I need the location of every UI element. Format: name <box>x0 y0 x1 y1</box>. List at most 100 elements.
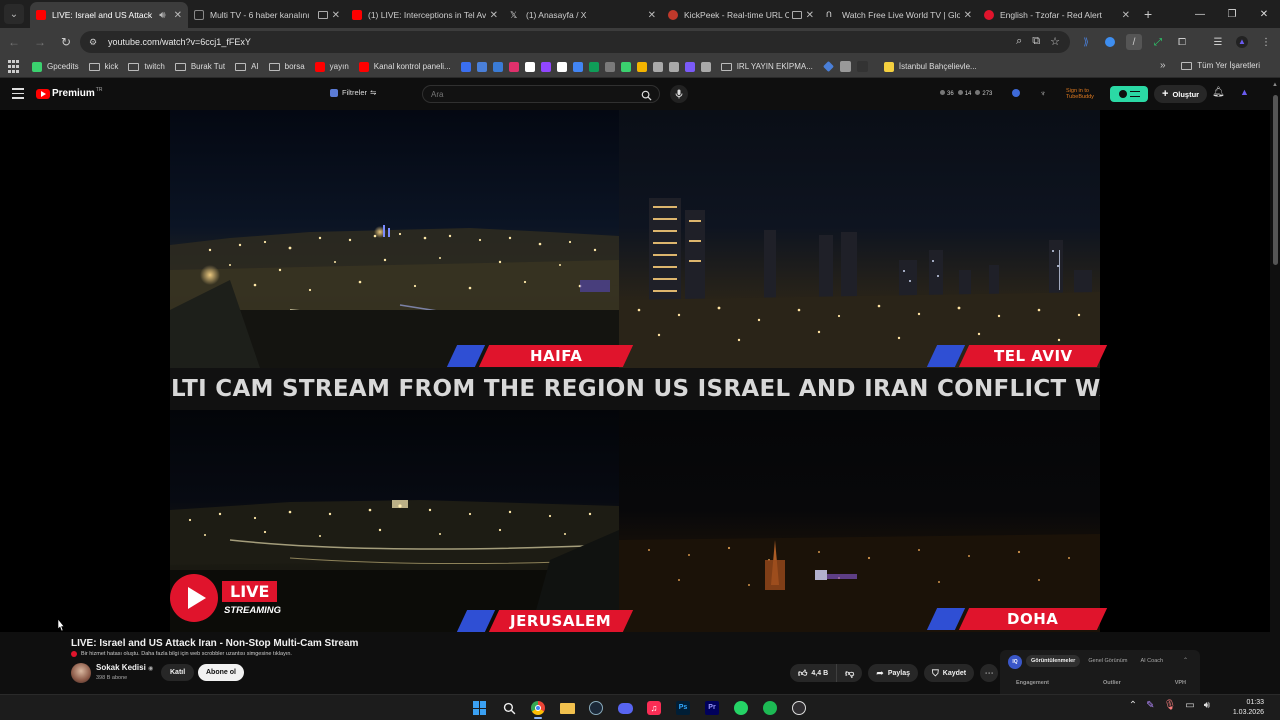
tray-overflow-icon[interactable]: ⌃ <box>1129 700 1137 711</box>
like-button[interactable]: 👍︎ 4,4 B <box>790 664 838 682</box>
subscribe-button[interactable]: Abone ol <box>198 664 244 681</box>
collapse-caret-icon[interactable]: ⌃ <box>1183 657 1188 664</box>
bookmark-gpcedits[interactable]: Gpcedits <box>32 61 79 72</box>
close-window-icon[interactable]: ✕ <box>1248 0 1280 28</box>
video-player[interactable]: ULTI CAM STREAM FROM THE REGION US ISRAE… <box>0 110 1270 632</box>
bookmark-favicon-icon-9[interactable] <box>588 61 599 72</box>
bookmark-favicon-icon-1[interactable] <box>460 61 471 72</box>
restore-icon[interactable]: ❐ <box>1216 0 1248 28</box>
bookmark-folder-burak-tut[interactable]: Burak Tut <box>174 62 225 71</box>
profile-avatar-icon[interactable]: ▲ <box>1234 34 1250 50</box>
bookmark-folder-irl[interactable]: IRL YAYIN EKİPMA... <box>720 62 813 71</box>
search-icon[interactable] <box>639 88 653 102</box>
notifications-bell-icon[interactable]: 🔔︎ <box>1212 87 1225 98</box>
apps-grid-icon[interactable] <box>8 59 22 74</box>
vidiq-tab-overview[interactable]: Genel Görünüm <box>1083 655 1132 667</box>
extensions-puzzle-icon[interactable]: ⧠ <box>1174 34 1190 50</box>
whatsapp-icon[interactable] <box>729 697 753 719</box>
reload-icon[interactable]: ↻ <box>54 30 78 54</box>
tab-kickpeek[interactable]: KickPeek - Real-time URL C ✕ <box>662 2 820 28</box>
close-tab-icon[interactable]: ✕ <box>964 10 972 21</box>
extension-circle-icon[interactable] <box>1102 34 1118 50</box>
close-tab-icon[interactable]: ✕ <box>174 10 182 21</box>
bookmark-istanbul[interactable]: İstanbul Bahçelievle... <box>883 61 977 72</box>
tubebuddy-signin[interactable]: Sign in to TubeBuddy <box>1066 88 1094 100</box>
tab-world-tv[interactable]: ᑎ Watch Free Live World TV | Glo ✕ <box>820 2 978 28</box>
bookmark-favicon-icon-7[interactable] <box>556 61 567 72</box>
new-tab-button[interactable]: + <box>1144 6 1152 22</box>
tubebuddy-toggle-icon[interactable] <box>1110 86 1148 102</box>
tray-mic-icon[interactable]: 🎙︎ <box>1164 700 1177 711</box>
reading-list-icon[interactable]: ☰ <box>1210 34 1226 50</box>
obs-icon[interactable] <box>787 697 811 719</box>
scroll-thumb[interactable] <box>1273 95 1278 265</box>
scroll-up-arrow-icon[interactable]: ▲ <box>1272 82 1278 88</box>
url-text[interactable]: youtube.com/watch?v=6ccj1_fFExY <box>108 37 251 47</box>
bookmark-favicon-icon-8[interactable] <box>572 61 583 72</box>
voice-search-mic-icon[interactable] <box>670 85 688 103</box>
close-tab-icon[interactable]: ✕ <box>806 10 814 21</box>
share-button[interactable]: ➦ Paylaş <box>868 664 919 682</box>
bookmark-favicon-icon-12[interactable] <box>636 61 647 72</box>
join-button[interactable]: Katıl <box>161 664 195 681</box>
bookmark-favicon-icon-2[interactable] <box>476 61 487 72</box>
bookmark-favicon-icon-3[interactable] <box>492 61 503 72</box>
channel-avatar[interactable] <box>71 663 91 683</box>
bookmark-folder-twitch[interactable]: twitch <box>128 62 165 71</box>
vidiq-tab-ai-coach[interactable]: AI Coach <box>1135 655 1168 667</box>
search-input[interactable] <box>431 88 621 101</box>
bookmark-folder-borsa[interactable]: borsa <box>268 62 305 71</box>
close-tab-icon[interactable]: ✕ <box>648 10 656 21</box>
taskbar-search-icon[interactable] <box>497 697 521 719</box>
tray-volume-icon[interactable]: 🔊︎ <box>1204 700 1210 711</box>
extension-blue-icon[interactable]: ⟫ <box>1078 34 1094 50</box>
save-button[interactable]: ⛉ Kaydet <box>924 664 975 682</box>
install-app-icon[interactable]: ⧉ <box>1032 35 1040 48</box>
create-button[interactable]: + Oluştur <box>1154 85 1208 103</box>
zoom-icon[interactable]: ⌕ <box>1016 35 1022 48</box>
bookmark-yayin[interactable]: yayın <box>314 61 349 72</box>
tab-search-button[interactable]: ⌄ <box>4 4 24 24</box>
bookmark-folder-ai[interactable]: AI <box>235 62 259 71</box>
bookmark-favicon-icon-13[interactable] <box>652 61 663 72</box>
bookmark-star-icon[interactable]: ☆ <box>1050 35 1060 48</box>
spotify-icon[interactable] <box>758 697 782 719</box>
extension-badge-icon[interactable] <box>1012 89 1020 97</box>
chrome-icon[interactable] <box>526 697 550 719</box>
bookmark-favicon-icon-10[interactable] <box>604 61 615 72</box>
vidiq-tab-views[interactable]: Görüntülenmeler <box>1026 655 1081 667</box>
site-info-icon[interactable]: ⚙ <box>86 35 100 49</box>
page-scrollbar[interactable]: ▲ <box>1270 79 1280 694</box>
tab-tzofar[interactable]: English - Tzofar - Red Alert ✕ <box>978 2 1136 28</box>
account-avatar-icon[interactable]: ▲ <box>1240 87 1252 99</box>
close-tab-icon[interactable]: ✕ <box>1122 10 1130 21</box>
bookmark-favicon-icon-6[interactable] <box>540 61 551 72</box>
bookmark-diamond-icon[interactable] <box>822 61 834 72</box>
bookmark-favicon-icon-14[interactable] <box>668 61 679 72</box>
bookmark-favicon-icon-16[interactable] <box>700 61 711 72</box>
tab-live-israel[interactable]: LIVE: Israel and US Attack Iran - Non-St… <box>30 2 188 28</box>
all-bookmarks[interactable]: Tüm Yer İşaretleri <box>1181 61 1260 70</box>
music-app-icon[interactable]: ♫ <box>642 697 666 719</box>
browser-menu-icon[interactable]: ⋮ <box>1258 34 1274 50</box>
premiere-icon[interactable]: Pr <box>700 697 724 719</box>
speaker-icon[interactable]: 🔊︎ <box>159 10 165 21</box>
bookmark-gear-icon[interactable] <box>839 61 851 72</box>
taskbar-clock[interactable]: 01:33 1.03.2026 <box>1233 698 1264 718</box>
channel-name[interactable]: Sokak Kedisi ◉ <box>96 663 153 672</box>
tray-display-icon[interactable]: ▭ <box>1185 700 1194 711</box>
bookmark-favicon-icon-11[interactable] <box>620 61 631 72</box>
tab-multi-tv[interactable]: Multi TV - 6 haber kanalını ✕ <box>188 2 346 28</box>
file-explorer-icon[interactable] <box>555 697 579 719</box>
tab-x-home[interactable]: 𝕏 (1) Anasayfa / X ✕ <box>504 2 662 28</box>
extension-ribbon-icon[interactable]: ♆ <box>1040 89 1048 98</box>
address-bar[interactable]: ⚙ youtube.com/watch?v=6ccj1_fFExY ⌕ ⧉ ☆ <box>80 31 1070 53</box>
photoshop-icon[interactable]: Ps <box>671 697 695 719</box>
close-tab-icon[interactable]: ✕ <box>332 10 340 21</box>
steam-icon[interactable] <box>584 697 608 719</box>
minimize-icon[interactable]: — <box>1184 0 1216 28</box>
back-icon[interactable]: ← <box>2 30 26 54</box>
tray-pen-icon[interactable]: ✎ <box>1146 700 1154 711</box>
filters-button[interactable]: Filtreler ⇋ <box>330 88 376 97</box>
bookmark-favicon-icon-5[interactable] <box>524 61 535 72</box>
